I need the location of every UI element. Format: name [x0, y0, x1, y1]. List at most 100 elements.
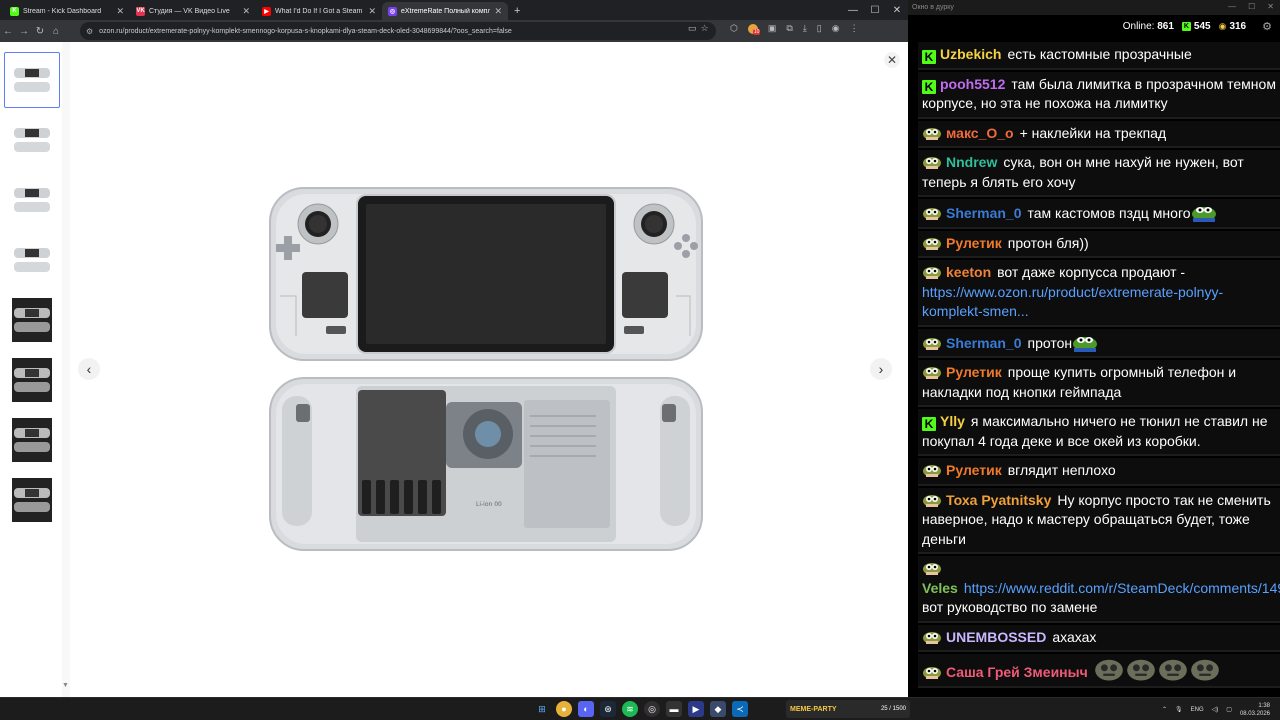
address-bar[interactable]: ⚙ ozon.ru/product/extremerate-polnyy-kom… [80, 22, 716, 40]
obs-icon[interactable]: ◎ [644, 701, 660, 717]
chat-link[interactable]: https://www.ozon.ru/product/extremerate-… [922, 284, 1223, 320]
menu-icon[interactable]: ⋮ [850, 23, 859, 34]
gallery-thumbnail[interactable] [4, 352, 60, 408]
thumbnail-image [12, 418, 52, 462]
thumbnail-scrollbar[interactable] [62, 42, 70, 697]
site-info-icon[interactable]: ⚙ [86, 27, 93, 36]
chat-username[interactable]: Sherman_0 [946, 205, 1021, 221]
tab-title: eXtremeRate Полный компле [401, 7, 491, 15]
gallery-thumbnail[interactable] [4, 52, 60, 108]
back-button[interactable]: ← [0, 23, 16, 39]
browser-tab[interactable]: ◎ eXtremeRate Полный компле ✕ [382, 2, 508, 20]
puzzle-icon[interactable]: ⧉ [786, 23, 792, 34]
extension-badge-icon[interactable]: 10 [747, 23, 761, 35]
app-icon[interactable]: ▬ [666, 701, 682, 717]
chat-username[interactable]: Sherman_0 [946, 335, 1021, 351]
gallery-thumbnail[interactable] [4, 232, 60, 288]
media-icon[interactable]: ▣ [768, 23, 777, 34]
chrome-icon[interactable]: ● [556, 701, 572, 717]
chat-link[interactable]: https://www.reddit.com/r/SteamDeck/comme… [964, 580, 1280, 596]
chat-text: есть кастомные прозрачные [1007, 46, 1192, 62]
sidebar-icon[interactable]: ▯ [817, 23, 822, 34]
chat-message: Sherman_0 протон [918, 328, 1280, 358]
chat-username[interactable]: Uzbekich [940, 46, 1001, 62]
notifications-icon[interactable]: ▢ [1226, 706, 1232, 713]
chat-minimize-button[interactable]: — [1228, 2, 1236, 11]
chat-username[interactable]: pooh5512 [940, 76, 1005, 92]
gallery-thumbnail[interactable] [4, 112, 60, 168]
chat-username[interactable]: Veles [922, 580, 958, 596]
gallery-thumbnail[interactable] [4, 412, 60, 468]
steam-icon[interactable]: ⊛ [600, 701, 616, 717]
chat-settings-icon[interactable]: ⚙ [1262, 20, 1272, 33]
reload-button[interactable]: ↻ [32, 23, 48, 39]
tab-close-icon[interactable]: ✕ [116, 6, 124, 17]
volume-icon[interactable]: ◁) [1212, 706, 1219, 713]
chat-username[interactable]: keeton [946, 264, 991, 280]
home-button[interactable]: ⌂ [48, 23, 64, 39]
chat-username[interactable]: макс_O_o [946, 125, 1014, 141]
player-icon[interactable]: ▶ [688, 701, 704, 717]
tab-favicon-icon: K [10, 6, 19, 16]
next-image-button[interactable]: › [870, 358, 892, 380]
tab-favicon-icon: VK [136, 6, 145, 16]
gallery-thumbnail[interactable] [4, 472, 60, 528]
clock[interactable]: 1:38 08.03.2026 [1240, 702, 1270, 718]
chat-username[interactable]: Рулетик [946, 235, 1002, 251]
tray-chevron-icon[interactable]: ⌃ [1162, 706, 1167, 713]
spotify-icon[interactable]: ≋ [622, 701, 638, 717]
pepe-badge-icon [923, 465, 941, 477]
deck-back: Li-ion 00 [269, 377, 703, 551]
profile-icon[interactable]: ◉ [832, 23, 840, 34]
chat-username[interactable]: Рулетик [946, 364, 1002, 380]
lang-indicator[interactable]: ENG [1191, 707, 1204, 713]
chat-username[interactable]: Рулетик [946, 462, 1002, 478]
chat-username[interactable]: Саша Грей Змеиныч [946, 664, 1088, 680]
browser-tab[interactable]: VK Студия — VK Видео Live ✕ [130, 2, 256, 20]
vscode-icon[interactable]: ≺ [732, 701, 748, 717]
gallery-thumbnail[interactable] [4, 172, 60, 228]
chat-username[interactable]: Тоха Pyatnitsky [946, 492, 1051, 508]
download-icon[interactable]: ⤓ [803, 23, 807, 34]
bookmark-star-icon[interactable]: ☆ [701, 23, 709, 34]
meme-party-widget[interactable]: MEME-PARTY 25 / 1500 [786, 700, 910, 718]
tab-close-icon[interactable]: ✕ [368, 6, 376, 17]
chat-app-icon[interactable]: ◆ [710, 701, 726, 717]
thumbnail-list [4, 52, 62, 532]
browser-tab[interactable]: ▶ What I'd Do If I Got a Steam De ✕ [256, 2, 382, 20]
chat-maximize-button[interactable]: ☐ [1248, 2, 1255, 11]
tab-close-icon[interactable]: ✕ [494, 6, 502, 17]
close-window-button[interactable]: ✕ [886, 0, 908, 20]
prev-image-button[interactable]: ‹ [78, 358, 100, 380]
chat-text: протон бля)) [1007, 234, 1089, 251]
pepe-badge-icon [923, 237, 941, 250]
thumbnail-image [14, 248, 50, 272]
chat-message: Veles https://www.reddit.com/r/SteamDeck/… [918, 556, 1280, 623]
start-icon[interactable]: ⊞ [534, 701, 550, 717]
minimize-button[interactable]: — [842, 0, 864, 20]
chat-username[interactable]: UNEMBOSSED [946, 629, 1046, 645]
close-gallery-button[interactable]: ✕ [884, 52, 900, 68]
cast-icon[interactable]: ▭ [688, 23, 697, 34]
gallery-thumbnail[interactable] [4, 292, 60, 348]
forward-button[interactable]: → [16, 23, 32, 39]
vk-viewers-stat: ◉ 316 [1219, 21, 1247, 32]
mic-icon[interactable]: 🎙︎ [1175, 706, 1183, 713]
tab-title: Stream - Kick Dashboard [23, 7, 102, 15]
chat-message: keeton вот даже корпусса продают - https:… [918, 260, 1280, 327]
discord-icon[interactable]: ◐ [578, 701, 594, 717]
browser-tab[interactable]: K Stream - Kick Dashboard ✕ [4, 2, 130, 20]
chat-text: ахахах [1052, 628, 1097, 645]
scroll-down-arrow[interactable]: ▼ [62, 682, 69, 689]
new-tab-button[interactable]: + [514, 5, 520, 17]
maximize-button[interactable]: ☐ [864, 0, 886, 20]
tab-title: What I'd Do If I Got a Steam De [275, 7, 365, 15]
chat-close-button[interactable]: ✕ [1267, 2, 1274, 11]
chat-message: K Uzbekich есть кастомные прозрачные [918, 42, 1280, 70]
chat-username[interactable]: Nndrew [946, 154, 997, 170]
extension-icon[interactable]: ⬡ [730, 23, 738, 34]
chat-message: Рулетик протон бля)) [918, 230, 1280, 258]
thumbnail-image [12, 478, 52, 522]
chat-username[interactable]: Ylly [940, 413, 965, 429]
tab-close-icon[interactable]: ✕ [242, 6, 250, 17]
